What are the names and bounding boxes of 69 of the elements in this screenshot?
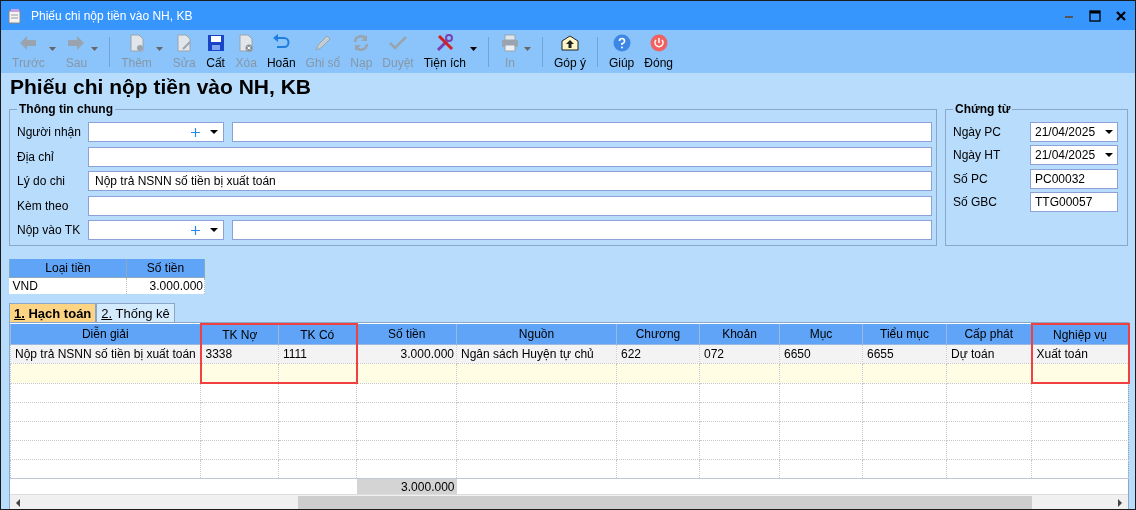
field-label: Người nhận [17, 125, 82, 140]
pencil-icon [312, 33, 333, 53]
close-icon[interactable] [1115, 9, 1127, 22]
text-field[interactable]: Nộp trả NSNN số tiền bị xuất toán [88, 171, 932, 192]
app-icon [7, 7, 23, 24]
caret-icon [48, 47, 56, 51]
caret-icon [523, 47, 531, 51]
column-header: Nghiệp vụ [1031, 324, 1129, 345]
text-field[interactable] [232, 220, 932, 241]
toolbar-button[interactable]: Giúp [604, 31, 639, 72]
column-header: TK Nợ [200, 324, 279, 345]
column-header: Loại tiền [9, 259, 127, 278]
toolbar-button[interactable]: Đóng [640, 31, 677, 72]
dropdown-arrow-icon[interactable] [210, 130, 218, 135]
text-field[interactable] [88, 195, 932, 216]
text-field[interactable]: TTG00057 [1030, 192, 1118, 213]
toolbar-button[interactable]: Hoãn [262, 31, 300, 72]
add-icon[interactable] [191, 225, 200, 235]
field-label: Địa chỉ [17, 149, 55, 164]
help-icon [611, 33, 632, 53]
dropdown-arrow-icon[interactable] [1105, 153, 1113, 158]
tools-icon [434, 33, 455, 53]
column-header: Số tiền [356, 324, 457, 345]
caret-icon [91, 47, 99, 51]
dropdown-arrow-icon[interactable] [1105, 129, 1113, 134]
field-label: Kèm theo [17, 198, 70, 213]
arrow-right-icon [66, 33, 87, 53]
column-header: Cấp phát [946, 324, 1032, 345]
column-header: Nguồn [456, 324, 617, 345]
caret-icon [469, 47, 477, 51]
tab[interactable]: 1. Hạch toán [9, 303, 97, 322]
page-heading: Phiếu chi nộp tiền vào NH, KB [10, 75, 313, 100]
column-header: Số tiền [126, 259, 205, 278]
table-cell: VND [9, 277, 127, 294]
tab[interactable]: 2. Thống kê [96, 303, 175, 322]
text-field[interactable] [232, 122, 932, 143]
column-header: Diễn giải [10, 324, 201, 345]
horizontal-scrollbar[interactable] [10, 494, 1128, 509]
field-label: Số GBC [953, 195, 998, 210]
save-icon [205, 33, 226, 53]
toolbar-button[interactable]: Cất [201, 31, 230, 72]
group-title: Thông tin chung [18, 102, 114, 116]
column-header: Tiểu mục [862, 324, 947, 345]
field-label: Số PC [953, 171, 989, 186]
dropdown-arrow-icon[interactable] [210, 228, 218, 233]
field-label: Lý do chi [17, 174, 67, 189]
field-label: Ngày PC [953, 124, 1003, 139]
field-label: Nộp vào TK [17, 223, 82, 238]
printer-icon [499, 33, 520, 53]
column-header: Khoản [699, 324, 780, 345]
total-cell: 3.000.000 [356, 478, 457, 494]
maximize-icon[interactable] [1089, 9, 1101, 22]
toolbar-button[interactable]: Tiện ích [419, 31, 481, 72]
window-title: Phiếu chi nộp tiền vào NH, KB [31, 8, 194, 23]
date-field[interactable]: 21/04/2025 [1030, 121, 1118, 142]
table-cell: 3.000.000 [126, 277, 205, 294]
caret-icon [155, 47, 163, 51]
upload-icon [559, 33, 580, 53]
add-icon[interactable] [191, 127, 200, 137]
column-header: Mục [779, 324, 863, 345]
power-icon [648, 33, 669, 53]
column-header: TK Có [278, 324, 357, 345]
field-label: Ngày HT [953, 148, 1002, 163]
toolbar-button[interactable]: Góp ý [549, 31, 590, 72]
group-title: Chứng từ [954, 102, 1012, 116]
column-header: Chương [616, 324, 700, 345]
date-field[interactable]: 21/04/2025 [1030, 145, 1118, 166]
text-field[interactable]: PC00032 [1030, 168, 1118, 189]
text-field[interactable] [88, 146, 932, 167]
